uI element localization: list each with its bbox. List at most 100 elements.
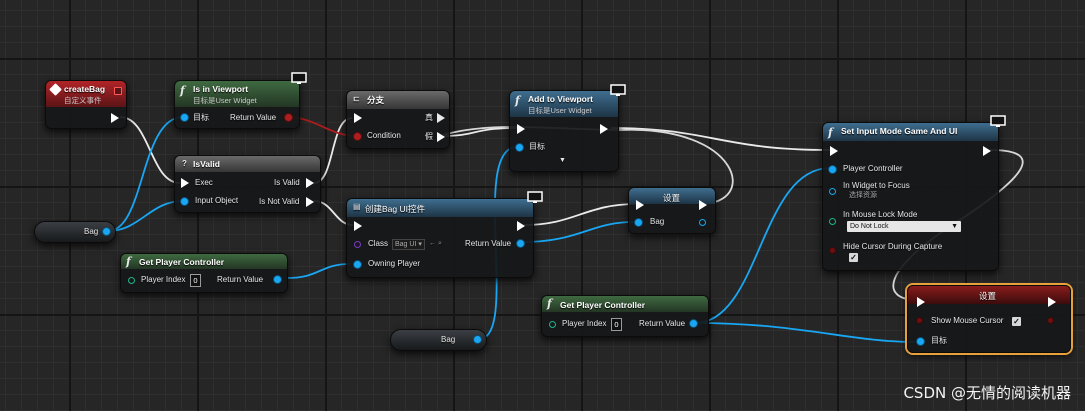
- return-value-pin[interactable]: [285, 114, 292, 121]
- monitor-icon: [990, 115, 1006, 127]
- is-in-viewport-node[interactable]: f Is in Viewport 目标是User Widget 目标 Retur…: [174, 72, 307, 129]
- return-value-label: Return Value: [217, 275, 264, 284]
- target-pin[interactable]: [181, 114, 188, 121]
- macro-icon: ?: [182, 159, 187, 168]
- player-controller-pin[interactable]: [829, 166, 836, 173]
- exec-in-pin[interactable]: [917, 297, 925, 307]
- true-label: 真: [425, 113, 433, 122]
- variable-label: Bag: [84, 227, 99, 236]
- condition-label: Condition: [367, 131, 401, 140]
- object-wire: [694, 322, 916, 343]
- watermark: CSDN @无情的阅读机器: [903, 384, 1071, 402]
- create-bag-event-node[interactable]: createBag 自定义事件: [45, 80, 127, 129]
- exec-out-pin[interactable]: [111, 113, 119, 123]
- get-player-controller-node[interactable]: f Get Player Controller Player Index 0 R…: [120, 253, 288, 293]
- false-exec-pin[interactable]: [437, 132, 445, 142]
- owning-player-pin[interactable]: [354, 261, 361, 268]
- target-pin[interactable]: [917, 338, 924, 345]
- condition-pin[interactable]: [354, 133, 361, 140]
- exec-out-pin[interactable]: [699, 200, 707, 210]
- node-header: 分支 ⊏: [347, 91, 449, 109]
- node-title: Add to Viewport: [528, 94, 594, 104]
- show-mouse-cursor-output-pin[interactable]: [1048, 318, 1053, 323]
- node-title: Get Player Controller: [560, 300, 646, 310]
- set-show-mouse-cursor-node[interactable]: 设置 Show Mouse Cursor ✓ 目标: [907, 285, 1071, 353]
- object-wire: [107, 116, 184, 232]
- node-subtitle: 目标是User Widget: [528, 106, 592, 115]
- true-exec-pin[interactable]: [437, 113, 445, 123]
- function-icon: f: [180, 84, 185, 97]
- bag-variable-node[interactable]: Bag: [390, 329, 487, 351]
- exec-in-pin[interactable]: [181, 178, 189, 188]
- exec-in-pin[interactable]: [830, 146, 838, 156]
- node-title: IsValid: [193, 159, 220, 169]
- return-value-label: Return Value: [230, 113, 277, 122]
- player-index-label: Player Index: [141, 275, 186, 284]
- class-pin[interactable]: [354, 241, 361, 248]
- exec-wire: [610, 127, 831, 151]
- node-title: 分支: [367, 95, 385, 105]
- return-value-pin[interactable]: [690, 320, 697, 327]
- hide-cursor-pin[interactable]: [830, 248, 835, 253]
- show-mouse-cursor-pin[interactable]: [917, 318, 922, 323]
- show-mouse-cursor-label: Show Mouse Cursor: [931, 316, 1004, 325]
- return-value-pin[interactable]: [517, 240, 524, 247]
- node-title: Set Input Mode Game And UI: [841, 126, 958, 136]
- mouse-lock-value: Do Not Lock: [850, 223, 889, 230]
- is-not-valid-exec-pin[interactable]: [306, 197, 314, 207]
- node-header: f Add to Viewport 目标是User Widget: [510, 91, 618, 117]
- bag-output-pin[interactable]: [474, 336, 481, 343]
- return-value-pin[interactable]: [274, 276, 281, 283]
- hide-cursor-label: Hide Cursor During Capture: [843, 242, 943, 251]
- asset-selector[interactable]: 选择资源: [849, 191, 877, 201]
- monitor-icon: [291, 72, 307, 84]
- target-pin[interactable]: [516, 144, 523, 151]
- exec-out-pin[interactable]: [983, 146, 991, 156]
- player-index-input[interactable]: 0: [190, 274, 201, 287]
- set-bag-node[interactable]: 设置 Bag: [628, 187, 716, 234]
- delegate-pin-icon[interactable]: [114, 87, 122, 95]
- bag-output-pin[interactable]: [699, 219, 706, 226]
- function-icon: f: [126, 255, 131, 268]
- player-index-pin[interactable]: [128, 277, 135, 284]
- is-valid-node[interactable]: ? IsValid Exec Is Valid Input Object Is …: [174, 155, 321, 213]
- input-object-pin[interactable]: [181, 198, 188, 205]
- get-player-controller-node[interactable]: f Get Player Controller Player Index 0 R…: [541, 295, 709, 337]
- widget-to-focus-pin[interactable]: [829, 188, 836, 195]
- is-valid-exec-pin[interactable]: [306, 178, 314, 188]
- bag-output-pin[interactable]: [103, 228, 110, 235]
- exec-out-pin[interactable]: [517, 221, 525, 231]
- node-header: f Get Player Controller: [121, 254, 287, 269]
- exec-in-pin[interactable]: [636, 200, 644, 210]
- mouse-lock-pin[interactable]: [829, 218, 836, 225]
- class-actions-icon[interactable]: ← ⌕: [429, 239, 442, 249]
- target-pin-label: 目标: [931, 336, 947, 345]
- bag-input-pin[interactable]: [635, 219, 642, 226]
- class-selector[interactable]: Bag UI ▾: [392, 239, 425, 250]
- exec-in-pin[interactable]: [517, 124, 525, 134]
- node-header: f Set Input Mode Game And UI: [823, 123, 998, 141]
- bag-variable-node[interactable]: Bag: [34, 221, 116, 243]
- exec-in-pin[interactable]: [354, 221, 362, 231]
- player-index-pin[interactable]: [549, 321, 556, 328]
- target-pin-label: 目标: [193, 113, 209, 122]
- exec-out-pin[interactable]: [1048, 297, 1056, 307]
- exec-out-pin[interactable]: [600, 124, 608, 134]
- hide-cursor-checkbox[interactable]: ✓: [849, 253, 858, 262]
- mouse-lock-label: In Mouse Lock Mode: [843, 210, 918, 219]
- branch-icon: ⊏: [353, 94, 360, 103]
- player-index-input[interactable]: 0: [611, 318, 622, 331]
- node-title: 设置: [663, 193, 681, 203]
- expand-arrow-icon[interactable]: ▼: [559, 156, 566, 166]
- return-value-label: Return Value: [465, 239, 512, 248]
- create-widget-node[interactable]: ▤ 创建Bag UI控件 Class Bag UI ▾ ← ⌕ Return V…: [346, 191, 543, 278]
- show-mouse-cursor-checkbox[interactable]: ✓: [1012, 317, 1021, 326]
- mouse-lock-dropdown[interactable]: Do Not Lock ▼: [847, 221, 961, 232]
- set-input-mode-node[interactable]: f Set Input Mode Game And UI Player Cont…: [822, 115, 1006, 271]
- exec-in-pin[interactable]: [354, 113, 362, 123]
- branch-node[interactable]: 分支 ⊏ 真 Condition 假: [346, 90, 450, 149]
- add-to-viewport-node[interactable]: f Add to Viewport 目标是User Widget 目标 ▼: [509, 84, 626, 172]
- bag-label: Bag: [650, 217, 665, 226]
- node-subtitle: 目标是User Widget: [193, 96, 257, 105]
- return-value-label: Return Value: [639, 319, 686, 328]
